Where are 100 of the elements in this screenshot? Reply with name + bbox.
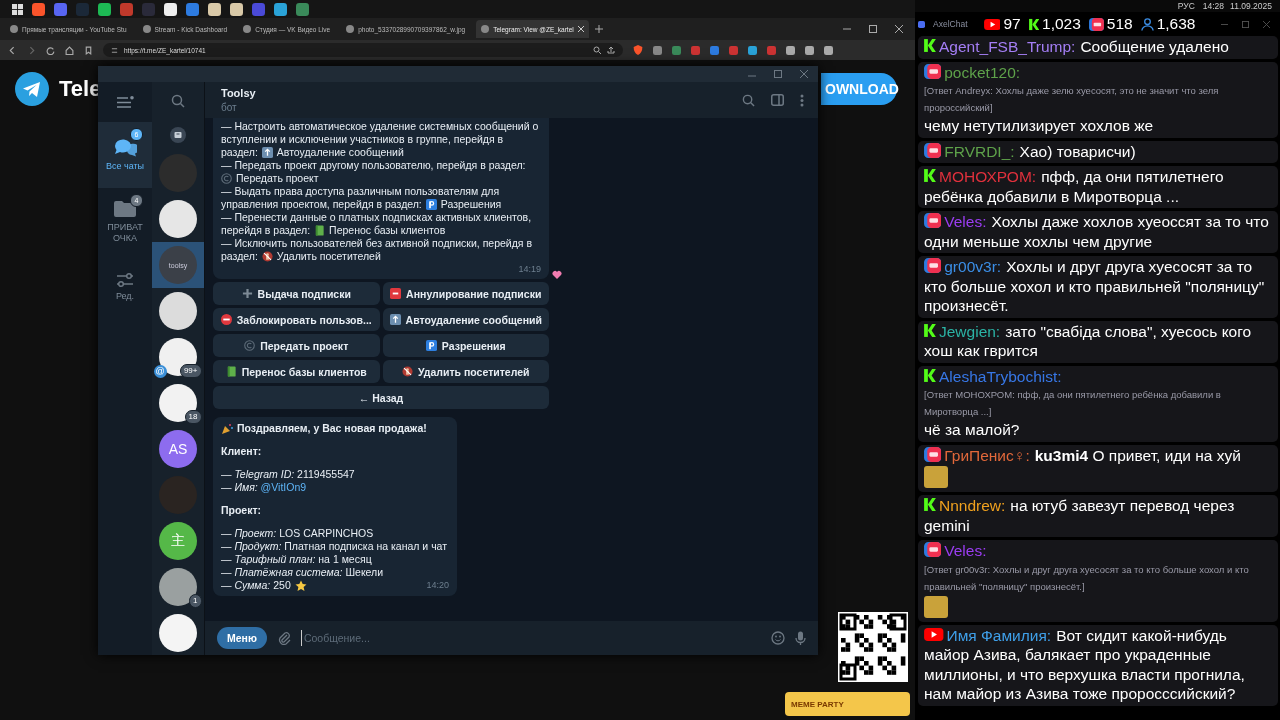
app-icon[interactable] xyxy=(208,2,221,16)
chat-message-text: МОНОХРОМ: пфф, да они пятилетнего ребёнка добавили в Миротворца ... xyxy=(924,167,1225,206)
shield-icon[interactable] xyxy=(633,45,643,55)
unread-badge: 1 xyxy=(189,594,202,608)
reply-quote: [Ответ МОНОХРОМ: пфф, да они пятилетнего ребёнка добавили в Миротворца ...] xyxy=(924,388,1222,419)
close-icon[interactable] xyxy=(800,70,808,78)
username-link[interactable]: @VitIOn9 xyxy=(260,481,307,493)
keyboard-button[interactable]: Удалить посетителей xyxy=(382,360,549,383)
chat-list-item[interactable]: AS xyxy=(152,426,204,472)
chat-app-icon xyxy=(918,20,925,28)
chat-message-text: ГриПенис♀: ku3mi4 О привет, иди на хуй xyxy=(924,445,1272,465)
section-name: Перенос базы клиентов xyxy=(329,224,446,237)
app-icon[interactable] xyxy=(164,2,177,16)
chat-list-item[interactable]: @ 99+ xyxy=(152,334,204,380)
microphone-icon[interactable] xyxy=(795,630,806,646)
message-title: Поздравляем, у Вас новая продажа! xyxy=(237,422,427,435)
message-line: — Тарифный план: на 1 месяц xyxy=(221,553,373,566)
app-icon[interactable] xyxy=(274,2,287,16)
keyboard-button[interactable]: Заблокировать пользов... xyxy=(213,308,380,331)
share-icon[interactable] xyxy=(607,46,615,54)
heart-icon xyxy=(552,270,562,279)
message-time: 14:19 xyxy=(517,263,541,276)
keyboard-button[interactable]: Автоудаление сообщений xyxy=(382,308,549,331)
message-line: — Выдать права доступа различным пользователям для xyxy=(221,185,501,198)
avatar-label: AS xyxy=(168,441,188,457)
reload-icon[interactable] xyxy=(46,45,55,55)
k-logo-icon xyxy=(924,168,936,183)
k-logo-icon xyxy=(924,38,936,53)
back-icon[interactable] xyxy=(8,45,17,55)
arrow-up-icon xyxy=(389,314,401,325)
zoom-icon[interactable] xyxy=(593,46,601,54)
chat-list-item[interactable]: 1 xyxy=(152,564,204,610)
app-icon[interactable] xyxy=(230,2,243,16)
search-icon[interactable] xyxy=(742,93,755,107)
prohibited-icon xyxy=(401,366,413,377)
parking-icon xyxy=(425,199,437,210)
keyboard-button[interactable]: Перенос базы клиентов xyxy=(213,360,380,383)
chat-subtitle: бот xyxy=(221,102,238,113)
minimize-icon[interactable] xyxy=(843,25,851,33)
menu-button[interactable]: Меню xyxy=(217,627,267,649)
k-logo-icon xyxy=(924,497,936,512)
username: МОНОХРОМ: xyxy=(939,168,1037,185)
keyboard-button[interactable]: Передать проект xyxy=(213,334,380,357)
message-line: управления проектом, перейдя в раздел: xyxy=(221,198,422,211)
star-icon xyxy=(294,579,307,592)
live-icon xyxy=(924,446,942,462)
favicon-icon xyxy=(142,25,151,33)
book-icon xyxy=(314,225,326,236)
copyright-icon xyxy=(244,340,256,351)
book-icon xyxy=(225,366,237,377)
app-title: AxelChat xyxy=(933,19,968,29)
message-line: — Telegram ID: 2119455547 xyxy=(221,468,356,481)
parking-icon xyxy=(425,340,437,351)
clock-time: 14:28 xyxy=(1202,1,1225,11)
chats-icon xyxy=(113,138,137,159)
close-icon[interactable] xyxy=(895,25,903,33)
username: FRVRDI_: xyxy=(944,142,1015,160)
language-indicator[interactable]: РУС xyxy=(1177,1,1195,11)
message-line: раздел: xyxy=(221,146,258,159)
chat-message-text: Agent_FSB_Trump: Сообщение удалено xyxy=(924,37,1272,57)
emoji-icon[interactable] xyxy=(771,631,785,645)
username: Veles: xyxy=(944,213,987,230)
maximize-icon[interactable] xyxy=(869,25,877,33)
person-icon xyxy=(1140,17,1154,31)
attach-icon[interactable] xyxy=(276,631,291,645)
message-text: чё за малой? xyxy=(924,420,1021,440)
site-info-icon xyxy=(111,46,118,54)
favicon-icon xyxy=(243,25,252,33)
chat-list-item[interactable]: 18 xyxy=(152,380,204,426)
app-icon[interactable] xyxy=(98,2,111,16)
sidebar-icon[interactable] xyxy=(771,94,784,106)
play-icon xyxy=(924,626,944,642)
live-icon xyxy=(924,63,942,79)
message-line: — Исключить пользователей без активной подписки, перейдя в xyxy=(221,237,533,250)
windows-logo-icon[interactable] xyxy=(12,3,23,15)
new-tab-icon[interactable] xyxy=(594,25,603,33)
search-icon[interactable] xyxy=(171,94,185,108)
folder-tab[interactable]: Ред. xyxy=(98,254,152,320)
keyboard-button[interactable]: Разрешения xyxy=(382,334,549,357)
menu-icon[interactable] xyxy=(116,95,134,109)
bookmark-icon[interactable] xyxy=(84,45,93,55)
maximize-icon[interactable] xyxy=(774,70,782,78)
archive-icon[interactable] xyxy=(170,127,186,143)
party-popper-icon xyxy=(221,422,233,435)
message-field[interactable]: Сообщение... xyxy=(300,630,761,646)
message-line: — Настроить автоматическое удаление системных сообщений о xyxy=(221,120,540,133)
keyboard-button[interactable]: Аннулирование подписки xyxy=(382,282,549,305)
forward-icon[interactable] xyxy=(27,45,36,55)
message-text: чему нетутилизирует хохлов же xyxy=(924,116,1155,136)
home-icon[interactable] xyxy=(65,45,74,55)
live-icon xyxy=(924,258,942,273)
more-icon[interactable] xyxy=(800,93,804,107)
folder-icon xyxy=(113,198,137,219)
plus-icon xyxy=(241,288,253,299)
message-line: — Платёжная система: Шекели xyxy=(221,566,385,579)
keyboard-button[interactable]: Выдача подписки xyxy=(213,282,380,305)
message-line: — Продукт: Платная подписка на канал и чат xyxy=(221,540,448,553)
message-time: 14:20 xyxy=(426,579,450,592)
back-button[interactable]: ← Назад xyxy=(213,386,549,409)
message-input-bar[interactable]: Меню Сообщение... xyxy=(205,621,818,655)
